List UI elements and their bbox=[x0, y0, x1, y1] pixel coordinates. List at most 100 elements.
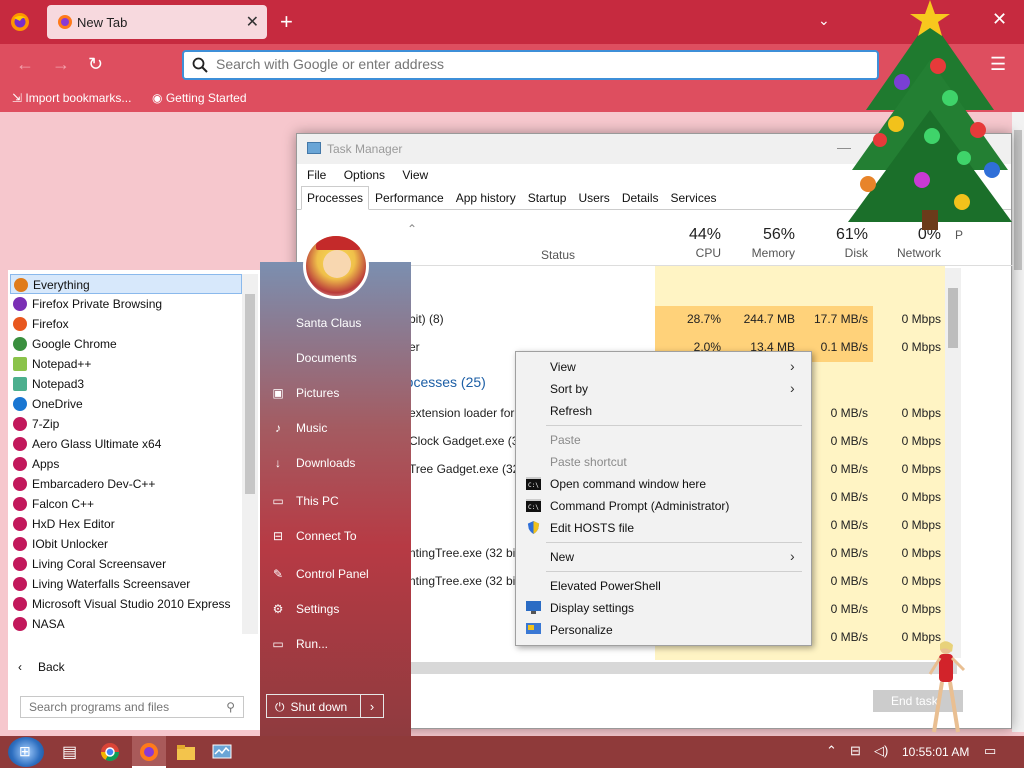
task-manager-icon[interactable] bbox=[212, 742, 232, 762]
sort-chevron-icon[interactable]: ⌃ bbox=[407, 222, 417, 236]
program-label: Google Chrome bbox=[32, 337, 117, 351]
task-view-icon[interactable]: ▤ bbox=[62, 742, 82, 762]
getting-started-link[interactable]: ◉ Getting Started bbox=[152, 91, 247, 105]
start-link-this-pc[interactable]: ▭ This PC bbox=[270, 494, 338, 508]
close-tab-icon[interactable]: ✕ bbox=[246, 12, 259, 32]
menu-item-label: View bbox=[550, 360, 576, 374]
chevron-up-icon[interactable]: ⌃ bbox=[826, 743, 837, 759]
tab-startup[interactable]: Startup bbox=[522, 186, 573, 210]
menu-item-view[interactable]: View › bbox=[516, 356, 811, 378]
reload-icon[interactable]: ↻ bbox=[88, 54, 103, 75]
start-link-control-panel[interactable]: ✎ Control Panel bbox=[270, 567, 369, 581]
program-firefox[interactable]: Firefox bbox=[10, 314, 242, 334]
tab-details[interactable]: Details bbox=[616, 186, 665, 210]
menu-item-open-command-window[interactable]: C:\ Open command window here bbox=[516, 473, 811, 495]
window-title: Task Manager bbox=[327, 142, 403, 156]
menu-item-paste[interactable]: Paste bbox=[516, 429, 811, 451]
menu-item-personalize[interactable]: Personalize bbox=[516, 619, 811, 641]
program-apps[interactable]: Apps bbox=[10, 454, 242, 474]
horizontal-scrollbar[interactable] bbox=[407, 662, 957, 674]
start-link-pictures[interactable]: ▣ Pictures bbox=[270, 386, 339, 400]
program-nasa[interactable]: NASA bbox=[10, 614, 242, 634]
tab-performance[interactable]: Performance bbox=[369, 186, 450, 210]
chevron-down-icon[interactable]: ⌄ bbox=[818, 12, 830, 29]
desktop-context-menu: View › Sort by › Refresh Paste Paste short… bbox=[515, 351, 812, 646]
program-falcon[interactable]: Falcon C++ bbox=[10, 494, 242, 514]
import-bookmarks-link[interactable]: ⇲ Import bookmarks... bbox=[12, 91, 131, 105]
status-column-header[interactable]: Status bbox=[541, 248, 575, 262]
start-link-music[interactable]: ♪ Music bbox=[270, 421, 327, 435]
chrome-icon[interactable] bbox=[100, 742, 120, 762]
start-link-connect-to[interactable]: ⊟ Connect To bbox=[270, 529, 357, 543]
user-avatar[interactable] bbox=[303, 233, 369, 299]
bookmark-label: Getting Started bbox=[165, 91, 247, 105]
network-value: 0 Mbps bbox=[901, 406, 941, 420]
start-search-box[interactable]: ⚲ bbox=[20, 696, 244, 718]
start-button[interactable]: ⊞ bbox=[8, 737, 44, 767]
tab-new-tab[interactable]: New Tab ✕ bbox=[47, 5, 267, 39]
menu-item-new[interactable]: New › bbox=[516, 546, 811, 568]
menu-item-command-prompt-admin[interactable]: C:\ Command Prompt (Administrator) bbox=[516, 495, 811, 517]
program-firefox-private[interactable]: Firefox Private Browsing bbox=[10, 294, 242, 314]
link-label: Connect To bbox=[296, 529, 357, 543]
menu-item-refresh[interactable]: Refresh bbox=[516, 400, 811, 422]
start-link-downloads[interactable]: ↓ Downloads bbox=[270, 456, 355, 470]
program-waterfalls[interactable]: Living Waterfalls Screensaver bbox=[10, 574, 242, 594]
tab-services[interactable]: Services bbox=[665, 186, 723, 210]
shutdown-options-button[interactable]: › bbox=[360, 694, 384, 718]
tab-processes[interactable]: Processes bbox=[301, 186, 370, 210]
program-iobit[interactable]: IObit Unlocker bbox=[10, 534, 242, 554]
start-link-settings[interactable]: ⚙ Settings bbox=[270, 602, 340, 616]
chevron-left-icon: ‹ bbox=[18, 660, 22, 674]
search-icon bbox=[192, 57, 208, 73]
firefox-taskbar-item[interactable] bbox=[132, 736, 166, 768]
new-tab-button[interactable]: + bbox=[280, 9, 293, 35]
start-link-run[interactable]: ▭ Run... bbox=[270, 637, 328, 651]
program-devcpp[interactable]: Embarcadero Dev-C++ bbox=[10, 474, 242, 494]
menu-view[interactable]: View bbox=[402, 168, 428, 182]
menu-file[interactable]: File bbox=[307, 168, 326, 182]
start-search-input[interactable] bbox=[29, 700, 209, 714]
memory-column-header[interactable]: 56% Memory bbox=[727, 226, 795, 260]
tab-users[interactable]: Users bbox=[572, 186, 615, 210]
program-aero-glass[interactable]: Aero Glass Ultimate x64 bbox=[10, 434, 242, 454]
forward-arrow-icon[interactable]: → bbox=[52, 54, 70, 75]
volume-icon[interactable]: ◁) bbox=[874, 743, 888, 759]
picture-icon: ▣ bbox=[272, 386, 284, 400]
program-hxd[interactable]: HxD Hex Editor bbox=[10, 514, 242, 534]
scrollbar-thumb[interactable] bbox=[1014, 130, 1022, 270]
program-coral[interactable]: Living Coral Screensaver bbox=[10, 554, 242, 574]
program-vs2010[interactable]: Microsoft Visual Studio 2010 Express bbox=[10, 594, 242, 614]
start-link-documents[interactable]: Documents bbox=[270, 351, 357, 365]
file-explorer-icon[interactable] bbox=[176, 742, 196, 762]
network-icon[interactable]: ⊟ bbox=[850, 743, 861, 759]
program-list-scrollbar[interactable] bbox=[242, 274, 258, 634]
program-notepad3[interactable]: Notepad3 bbox=[10, 374, 242, 394]
program-everything[interactable]: Everything bbox=[10, 274, 242, 294]
program-7zip[interactable]: 7-Zip bbox=[10, 414, 242, 434]
scrollbar-thumb[interactable] bbox=[245, 294, 255, 494]
vertical-scrollbar[interactable] bbox=[945, 268, 961, 658]
cpu-column-header[interactable]: 44% CPU bbox=[655, 226, 721, 260]
notification-icon[interactable]: ▭ bbox=[984, 743, 996, 759]
start-link-santa-claus[interactable]: Santa Claus bbox=[270, 316, 361, 330]
menu-item-display-settings[interactable]: Display settings bbox=[516, 597, 811, 619]
menu-item-elevated-powershell[interactable]: Elevated PowerShell bbox=[516, 575, 811, 597]
program-notepadpp[interactable]: Notepad++ bbox=[10, 354, 242, 374]
menu-item-paste-shortcut[interactable]: Paste shortcut bbox=[516, 451, 811, 473]
tab-app-history[interactable]: App history bbox=[450, 186, 522, 210]
taskbar-clock[interactable]: 10:55:01 AM bbox=[902, 745, 969, 759]
back-arrow-icon[interactable]: ← bbox=[16, 54, 34, 75]
program-chrome[interactable]: Google Chrome bbox=[10, 334, 242, 354]
computer-icon: ▭ bbox=[272, 494, 284, 508]
address-input[interactable] bbox=[216, 56, 816, 72]
menu-item-edit-hosts[interactable]: Edit HOSTS file bbox=[516, 517, 811, 539]
menu-item-sort-by[interactable]: Sort by › bbox=[516, 378, 811, 400]
firefox-icon[interactable] bbox=[10, 12, 30, 32]
menu-options[interactable]: Options bbox=[344, 168, 385, 182]
program-label: Living Coral Screensaver bbox=[32, 557, 167, 571]
program-onedrive[interactable]: OneDrive bbox=[10, 394, 242, 414]
back-button[interactable]: ‹ Back bbox=[18, 660, 65, 674]
scrollbar-thumb[interactable] bbox=[948, 288, 958, 348]
address-bar[interactable] bbox=[182, 50, 879, 80]
